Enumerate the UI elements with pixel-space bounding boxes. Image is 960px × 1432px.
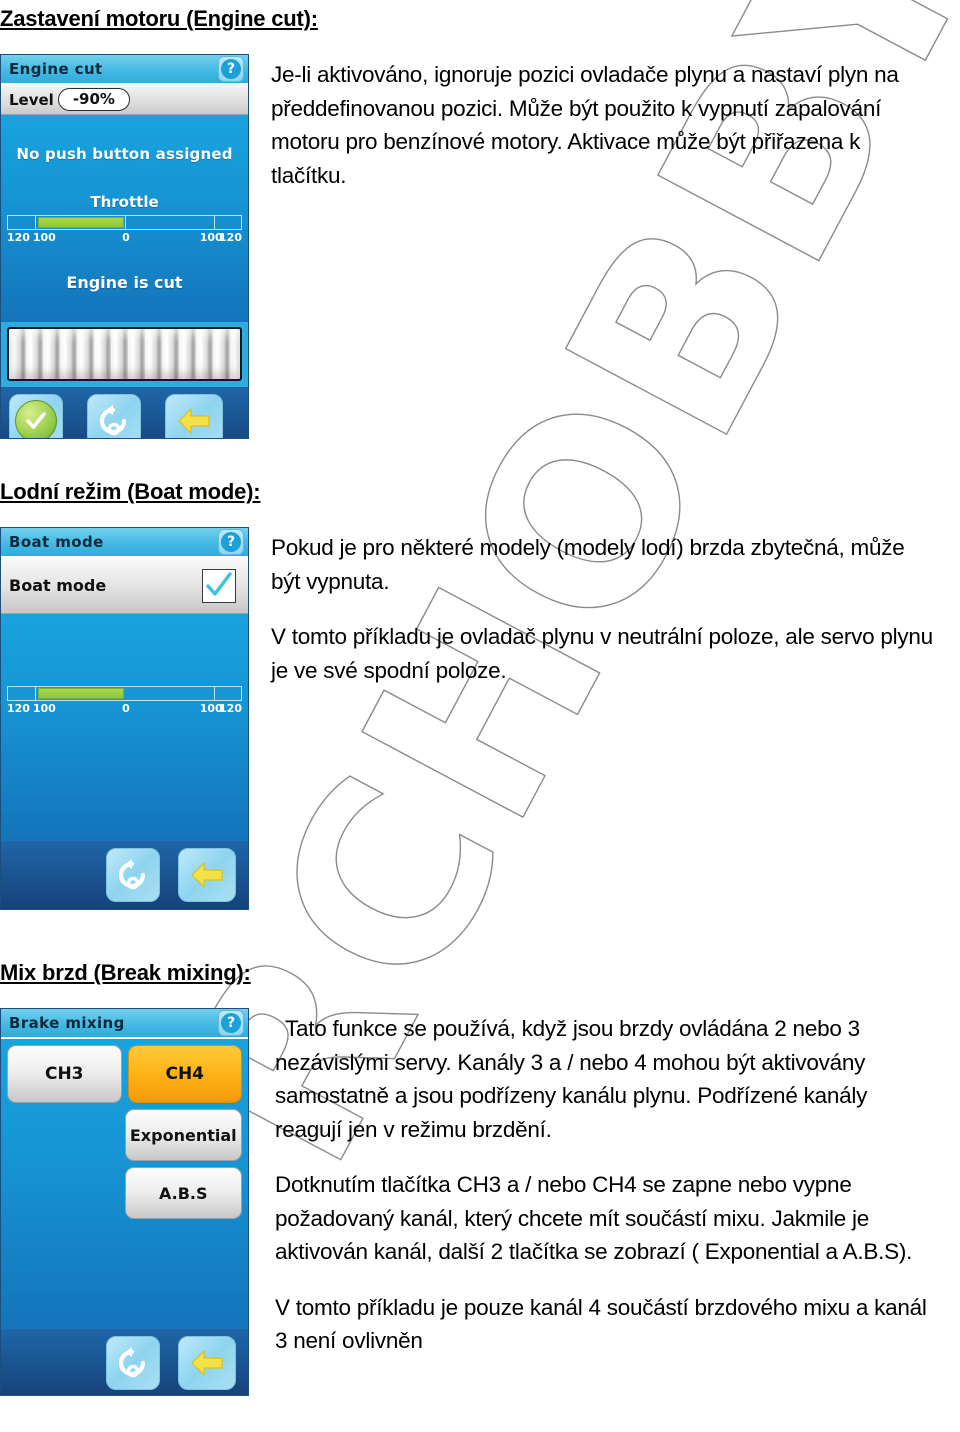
throttle-bar-track [7, 686, 242, 701]
throttle-label: Throttle [90, 193, 159, 211]
confirm-button[interactable] [9, 394, 63, 438]
device-footer-toolbar [1, 841, 248, 909]
page-title-brake-mixing: Mix brzd (Break mixing): [0, 960, 251, 985]
body-text-boat-mode: Pokud je pro některé modely (modely lodí… [249, 527, 939, 687]
throttle-bar-track [7, 215, 242, 230]
device-titlebar: Boat mode ? [1, 528, 248, 558]
scale-tick: 0 [122, 702, 130, 715]
paragraph: Dotknutím tlačítka CH3 a / nebo CH4 se z… [275, 1172, 913, 1264]
body-text-brake-mixing: Tato funkce se používá, když jsou brzdy … [249, 1008, 939, 1358]
level-label: Level [9, 90, 54, 109]
exponential-button[interactable]: Exponential [124, 1109, 242, 1161]
section-boat-mode: Lodní režim (Boat mode): Boat mode ? Boa… [0, 479, 960, 910]
ch4-button[interactable]: CH4 [127, 1045, 242, 1103]
throttle-bar: 120 100 0 100 120 [1, 211, 248, 245]
throttle-scale: 120 100 0 100 120 [7, 231, 242, 245]
reset-icon [118, 859, 146, 890]
scale-tick: 100 [32, 231, 56, 244]
abs-button[interactable]: A.B.S [124, 1167, 242, 1219]
page-title-engine-cut: Zastavení motoru (Engine cut): [0, 6, 318, 31]
device-footer-toolbar [1, 387, 248, 438]
question-mark-icon: ? [221, 59, 241, 79]
device-footer-toolbar [1, 1329, 248, 1395]
sub-button-column: Exponential A.B.S [124, 1103, 249, 1219]
throttle-slider-handle[interactable] [7, 327, 242, 381]
device-main-area: CH3 CH4 Exponential A.B.S [1, 1039, 248, 1329]
back-button[interactable] [165, 394, 223, 438]
reset-button[interactable] [106, 1336, 160, 1390]
paragraph: V tomto příkladu je pouze kanál 4 součás… [275, 1294, 927, 1354]
paragraph: Je-li aktivováno, ignoruje pozici ovlada… [271, 62, 899, 188]
scale-tick: 0 [122, 231, 130, 244]
reset-button[interactable] [106, 848, 160, 902]
throttle-bar: 120 100 0 100 120 [1, 682, 248, 716]
document-page: Zastavení motoru (Engine cut): Engine cu… [0, 0, 960, 1396]
back-button[interactable] [178, 848, 236, 902]
section-brake-mixing: Mix brzd (Break mixing): Brake mixing ? … [0, 960, 960, 1396]
scale-tick: 120 [7, 231, 30, 244]
back-icon [191, 1350, 223, 1376]
scale-tick: 120 [219, 702, 242, 715]
ch3-button[interactable]: CH3 [7, 1045, 122, 1103]
device-main-area: No push button assigned Throttle 120 100 [1, 115, 248, 322]
device-title-label: Brake mixing [9, 1014, 125, 1032]
device-titlebar: Brake mixing ? [1, 1009, 248, 1039]
boat-mode-label: Boat mode [9, 576, 107, 595]
back-icon [191, 862, 223, 888]
device-title-label: Boat mode [9, 533, 104, 551]
scale-tick: 120 [7, 702, 30, 715]
throttle-bar-fill [38, 217, 125, 228]
scale-tick: 120 [219, 231, 242, 244]
level-row: Level -90% [1, 85, 248, 115]
device-screen-brake-mixing: Brake mixing ? CH3 CH4 Exponential A.B.S [0, 1008, 249, 1396]
question-mark-icon: ? [221, 532, 241, 552]
throttle-scale: 120 100 0 100 120 [7, 702, 242, 716]
reset-button[interactable] [87, 394, 141, 438]
device-screen-engine-cut: Engine cut ? Level -90% No push button a… [0, 54, 249, 439]
help-button[interactable]: ? [218, 56, 244, 82]
body-text-engine-cut: Je-li aktivováno, ignoruje pozici ovlada… [249, 54, 939, 192]
back-button[interactable] [178, 1336, 236, 1390]
slider-band [1, 322, 248, 387]
channel-button-row: CH3 CH4 [1, 1039, 248, 1103]
device-titlebar: Engine cut ? [1, 55, 248, 85]
reset-icon [118, 1347, 146, 1378]
reset-icon [99, 405, 127, 436]
paragraph: V tomto příkladu je ovladač plynu v neut… [271, 624, 933, 683]
question-mark-icon: ? [221, 1013, 241, 1033]
level-value-field[interactable]: -90% [57, 88, 130, 111]
engine-cut-status: Engine is cut [66, 273, 183, 292]
throttle-bar-fill [38, 688, 125, 699]
device-title-label: Engine cut [9, 60, 103, 78]
help-button[interactable]: ? [218, 1010, 244, 1036]
boat-mode-row[interactable]: Boat mode [1, 558, 248, 614]
paragraph: Pokud je pro některé modely (modely lodí… [271, 535, 905, 594]
boat-mode-checkbox[interactable] [202, 568, 236, 603]
push-button-status: No push button assigned [16, 145, 233, 163]
scale-tick: 100 [32, 702, 56, 715]
confirm-icon [15, 400, 57, 438]
device-screen-boat-mode: Boat mode ? Boat mode 120 100 0 100 120 [0, 527, 249, 910]
section-engine-cut: Zastavení motoru (Engine cut): Engine cu… [0, 0, 960, 439]
device-main-area: 120 100 0 100 120 [1, 614, 248, 841]
page-title-boat-mode: Lodní režim (Boat mode): [0, 479, 261, 504]
help-button[interactable]: ? [218, 529, 244, 555]
paragraph: Tato funkce se používá, když jsou brzdy … [275, 1016, 868, 1142]
checkmark-icon [206, 571, 232, 596]
back-icon [178, 408, 210, 434]
